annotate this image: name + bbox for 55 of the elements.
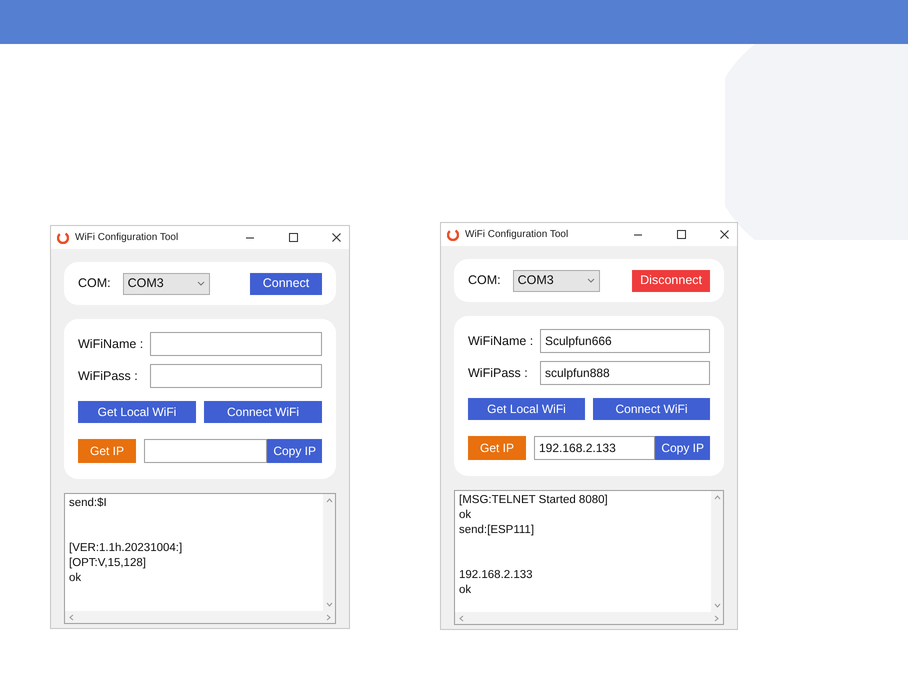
scroll-up-icon[interactable] bbox=[326, 498, 332, 503]
log-line: [MSG:TELNET Started 8080] bbox=[459, 493, 609, 508]
vertical-scrollbar[interactable] bbox=[711, 491, 723, 612]
wifi-name-field[interactable]: Sculpfun666 bbox=[540, 329, 710, 353]
connect-button[interactable]: Disconnect bbox=[632, 270, 710, 292]
com-select[interactable]: COM3 bbox=[512, 270, 600, 292]
ip-field[interactable]: 192.168.2.133 bbox=[534, 436, 656, 460]
log-line: [OPT:V,15,128] bbox=[69, 556, 147, 571]
wifi-name-label: WiFiName : bbox=[468, 332, 532, 350]
log-line: [VER:1.1h.20231004:] bbox=[69, 541, 184, 556]
wifi-name-field[interactable] bbox=[150, 332, 322, 356]
scroll-left-icon[interactable] bbox=[69, 614, 74, 620]
maximize-icon[interactable] bbox=[289, 233, 298, 242]
connect-wifi-button[interactable]: Connect WiFi bbox=[593, 398, 710, 420]
com-select[interactable]: COM3 bbox=[122, 272, 210, 294]
scroll-up-icon[interactable] bbox=[714, 495, 720, 500]
horizontal-scrollbar[interactable] bbox=[455, 612, 723, 624]
wifi-name-label: WiFiName : bbox=[78, 336, 142, 353]
com-label: COM: bbox=[468, 272, 501, 290]
wifi-pass-field[interactable] bbox=[150, 364, 322, 388]
com-label: COM: bbox=[78, 275, 111, 292]
connect-wifi-button[interactable]: Connect WiFi bbox=[204, 401, 322, 423]
log-line: ok bbox=[459, 508, 472, 523]
close-icon[interactable] bbox=[332, 233, 341, 242]
copy-ip-button[interactable]: Copy IP bbox=[655, 436, 710, 460]
log-line: ok bbox=[69, 571, 82, 586]
chevron-down-icon bbox=[196, 281, 205, 286]
vertical-scrollbar[interactable] bbox=[323, 494, 335, 611]
log-line: send:[ESP111] bbox=[459, 523, 536, 538]
log-line: 192.168.2.133 bbox=[459, 568, 534, 583]
copy-ip-button[interactable]: Copy IP bbox=[267, 439, 322, 463]
connect-button[interactable]: Connect bbox=[250, 272, 322, 294]
scroll-down-icon[interactable] bbox=[714, 603, 720, 608]
app-logo-icon bbox=[57, 232, 69, 244]
get-ip-button[interactable]: Get IP bbox=[468, 436, 526, 460]
window-title: WiFi Configuration Tool bbox=[75, 231, 180, 245]
scroll-down-icon[interactable] bbox=[326, 602, 332, 607]
wifi-pass-field[interactable]: sculpfun888 bbox=[540, 361, 710, 385]
scroll-right-icon[interactable] bbox=[326, 614, 331, 620]
wifi-pass-label: WiFiPass : bbox=[468, 364, 529, 382]
log-line: ok bbox=[459, 583, 472, 598]
log-line: send:$I bbox=[69, 496, 108, 511]
get-local-wifi-button[interactable]: Get Local WiFi bbox=[78, 401, 196, 423]
app-logo-icon bbox=[447, 228, 459, 240]
get-ip-button[interactable]: Get IP bbox=[78, 439, 136, 463]
window-title: WiFi Configuration Tool bbox=[465, 228, 570, 242]
ip-field[interactable] bbox=[144, 439, 268, 463]
scroll-left-icon[interactable] bbox=[459, 614, 464, 622]
chevron-down-icon bbox=[586, 278, 595, 283]
horizontal-scrollbar[interactable] bbox=[65, 611, 335, 623]
maximize-icon[interactable] bbox=[677, 230, 686, 239]
close-icon[interactable] bbox=[720, 230, 729, 239]
scroll-right-icon[interactable] bbox=[714, 614, 719, 622]
get-local-wifi-button[interactable]: Get Local WiFi bbox=[468, 398, 585, 420]
wifi-pass-label: WiFiPass : bbox=[78, 368, 139, 385]
